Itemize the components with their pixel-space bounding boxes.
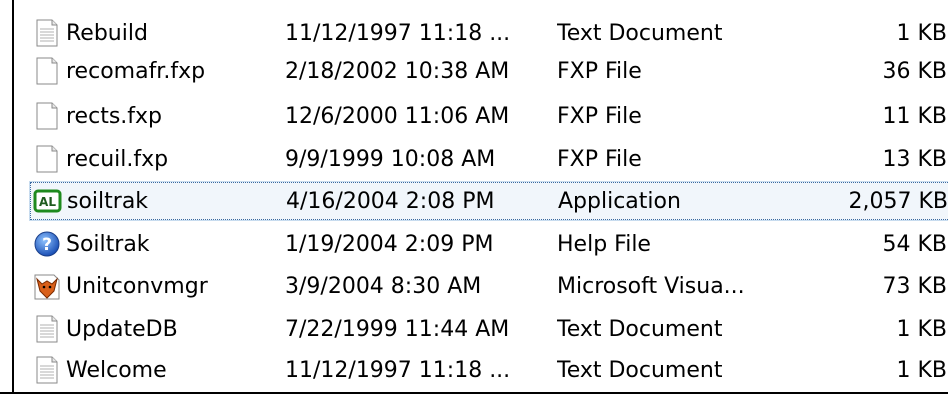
file-row-recuil[interactable]: recuil.fxp 9/9/1999 10:08 AM FXP File 13… [30, 140, 948, 178]
file-row-soiltrak-app[interactable]: AL soiltrak 4/16/2004 2:08 PM Applicatio… [29, 181, 948, 221]
date-modified: 12/6/2000 11:06 AM [285, 103, 510, 129]
text-document-icon [32, 18, 62, 48]
file-name: soiltrak [67, 188, 149, 214]
name-cell: Rebuild [30, 18, 285, 48]
file-type: Application [558, 188, 681, 214]
file-size: 1 KB [896, 357, 947, 383]
foxpro-icon [32, 271, 62, 301]
help-file-icon: ? [32, 229, 62, 259]
application-icon-label: AL [39, 195, 56, 209]
svg-text:?: ? [42, 235, 52, 255]
file-row-rects[interactable]: rects.fxp 12/6/2000 11:06 AM FXP File 11… [30, 97, 948, 135]
file-size: 36 KB [882, 58, 947, 84]
file-size: 2,057 KB [848, 188, 948, 214]
blank-file-icon [32, 56, 62, 86]
blank-file-icon [32, 144, 62, 174]
name-cell: rects.fxp [30, 101, 285, 131]
file-name: recomafr.fxp [66, 58, 206, 84]
file-size: 1 KB [896, 316, 947, 342]
file-name: Soiltrak [66, 231, 150, 257]
file-name: Unitconvmgr [66, 273, 208, 299]
application-icon: AL [33, 186, 63, 216]
date-modified: 9/9/1999 10:08 AM [285, 146, 496, 172]
file-name: recuil.fxp [66, 146, 169, 172]
file-type: Text Document [557, 316, 723, 342]
name-cell: Welcome [30, 355, 285, 385]
file-name: rects.fxp [66, 103, 163, 129]
name-cell: UpdateDB [30, 314, 285, 344]
date-modified: 11/12/1997 11:18 ... [285, 357, 511, 383]
blank-file-icon [32, 101, 62, 131]
file-list: Rebuild 11/12/1997 11:18 ... Text Docume… [14, 0, 948, 394]
file-row-updatedb[interactable]: UpdateDB 7/22/1999 11:44 AM Text Documen… [30, 310, 948, 348]
name-cell: Unitconvmgr [30, 271, 285, 301]
file-size: 11 KB [882, 103, 947, 129]
date-modified: 3/9/2004 8:30 AM [285, 273, 482, 299]
name-cell: recomafr.fxp [30, 56, 285, 86]
name-cell: recuil.fxp [30, 144, 285, 174]
file-name: Rebuild [66, 20, 148, 46]
file-size: 73 KB [882, 273, 947, 299]
file-type: FXP File [557, 103, 642, 129]
file-size: 1 KB [896, 20, 947, 46]
file-name: UpdateDB [66, 316, 178, 342]
name-cell: AL soiltrak [31, 186, 286, 216]
file-row-unitconvmgr[interactable]: Unitconvmgr 3/9/2004 8:30 AM Microsoft V… [30, 267, 948, 305]
file-type: FXP File [557, 58, 642, 84]
file-row-rebuild[interactable]: Rebuild 11/12/1997 11:18 ... Text Docume… [30, 14, 948, 52]
file-type: Text Document [557, 20, 723, 46]
date-modified: 1/19/2004 2:09 PM [285, 231, 494, 257]
text-document-icon [32, 355, 62, 385]
file-type: FXP File [557, 146, 642, 172]
file-type: Microsoft Visua... [557, 273, 745, 299]
date-modified: 4/16/2004 2:08 PM [286, 188, 495, 214]
file-row-recomafr[interactable]: recomafr.fxp 2/18/2002 10:38 AM FXP File… [30, 52, 948, 90]
file-row-welcome[interactable]: Welcome 11/12/1997 11:18 ... Text Docume… [30, 351, 948, 389]
name-cell: ? Soiltrak [30, 229, 285, 259]
date-modified: 11/12/1997 11:18 ... [285, 20, 511, 46]
text-document-icon [32, 314, 62, 344]
date-modified: 2/18/2002 10:38 AM [285, 58, 510, 84]
window-frame-left [0, 0, 14, 394]
file-size: 13 KB [882, 146, 947, 172]
file-name: Welcome [66, 357, 167, 383]
file-size: 54 KB [882, 231, 947, 257]
file-row-soiltrak-help[interactable]: ? Soiltrak 1/19/2004 2:09 PM Help File 5… [30, 225, 948, 263]
date-modified: 7/22/1999 11:44 AM [285, 316, 510, 342]
file-type: Help File [557, 231, 651, 257]
file-type: Text Document [557, 357, 723, 383]
